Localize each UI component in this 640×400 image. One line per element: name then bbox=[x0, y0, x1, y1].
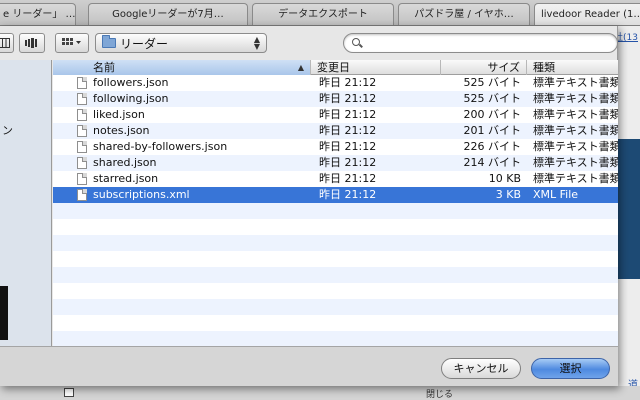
view-columns-button[interactable] bbox=[0, 33, 14, 53]
browser-tab-bar: e リーダー」 … Googleリーダーが7月… データエクスポート パズドラ屋… bbox=[0, 0, 640, 26]
file-open-dialog: リーダー ▲ ▼ ン 名前 ▲ 変更日 サイズ 種類 followers.json 昨… bbox=[0, 26, 618, 386]
browser-tab[interactable]: Googleリーダーが7月… bbox=[88, 3, 248, 25]
document-icon bbox=[77, 93, 87, 105]
column-header-size[interactable]: サイズ bbox=[441, 60, 527, 75]
column-header-name[interactable]: 名前 ▲ bbox=[53, 60, 311, 75]
file-row[interactable]: shared-by-followers.json 昨日 21:12 226 バイト標… bbox=[53, 139, 618, 155]
empty-row bbox=[53, 283, 618, 299]
view-coverflow-button[interactable] bbox=[19, 33, 45, 53]
browser-tab[interactable]: データエクスポート bbox=[252, 3, 394, 25]
file-row[interactable]: starred.json 昨日 21:12 10 KB 標準テキスト書類 bbox=[53, 171, 618, 187]
sidebar-item-label[interactable]: ン bbox=[2, 122, 13, 138]
document-icon bbox=[77, 141, 87, 153]
background-footer: 閉じる bbox=[0, 386, 640, 400]
document-icon bbox=[77, 109, 87, 121]
file-row[interactable]: shared.json 昨日 21:12 214 バイト 標準テキスト書類 bbox=[53, 155, 618, 171]
column-header-date[interactable]: 変更日 bbox=[311, 60, 441, 75]
sidebar-device bbox=[0, 286, 8, 340]
background-page: 会社(13 道 bbox=[605, 26, 640, 400]
empty-row bbox=[53, 235, 618, 251]
sort-ascending-icon: ▲ bbox=[297, 63, 304, 72]
background-close-link[interactable]: 閉じる bbox=[426, 387, 453, 400]
file-row[interactable]: following.json 昨日 21:12 525 バイト 標準テキスト書類 bbox=[53, 91, 618, 107]
empty-row bbox=[53, 219, 618, 235]
empty-row bbox=[53, 331, 618, 346]
background-banner bbox=[618, 139, 640, 279]
file-row-selected[interactable]: subscriptions.xml 昨日 21:12 3 KB XML File bbox=[53, 187, 618, 203]
file-rows: followers.json 昨日 21:12 525 バイト 標準テキスト書類 fo… bbox=[53, 75, 618, 346]
document-icon bbox=[77, 157, 87, 169]
columns-view-icon bbox=[0, 38, 10, 48]
search-field[interactable] bbox=[343, 33, 618, 53]
document-icon bbox=[77, 173, 87, 185]
empty-row bbox=[53, 203, 618, 219]
empty-row bbox=[53, 251, 618, 267]
current-folder-label: リーダー bbox=[120, 36, 169, 51]
empty-row bbox=[53, 267, 618, 283]
document-icon bbox=[77, 189, 87, 201]
file-row[interactable]: liked.json 昨日 21:12 200 バイト 標準テキスト書類 bbox=[53, 107, 618, 123]
sidebar: ン bbox=[0, 60, 52, 346]
file-list: 名前 ▲ 変更日 サイズ 種類 followers.json 昨日 21:12 525… bbox=[53, 60, 618, 346]
browser-tab[interactable]: e リーダー」 … bbox=[0, 3, 76, 25]
document-icon bbox=[77, 125, 87, 137]
popout-icon[interactable] bbox=[64, 388, 74, 397]
search-icon bbox=[352, 37, 363, 49]
dialog-footer: キャンセル 選択 bbox=[0, 346, 618, 386]
updown-arrows-icon: ▲ ▼ bbox=[253, 35, 260, 51]
empty-row bbox=[53, 315, 618, 331]
arrange-menu-button[interactable] bbox=[55, 33, 89, 53]
cancel-button[interactable]: キャンセル bbox=[441, 358, 521, 379]
document-icon bbox=[77, 77, 87, 89]
file-row[interactable]: notes.json 昨日 21:12 201 バイト 標準テキスト書類 bbox=[53, 123, 618, 139]
grid-icon bbox=[62, 38, 81, 45]
coverflow-view-icon bbox=[25, 38, 37, 48]
file-row[interactable]: followers.json 昨日 21:12 525 バイト 標準テキスト書類 bbox=[53, 75, 618, 91]
browser-tab-active[interactable]: livedoor Reader (1… bbox=[534, 3, 640, 25]
folder-path-select[interactable]: リーダー ▲ ▼ bbox=[95, 33, 267, 53]
browser-tab[interactable]: パズドラ屋 / イヤホ… bbox=[398, 3, 530, 25]
column-header-kind[interactable]: 種類 bbox=[527, 60, 618, 75]
column-header: 名前 ▲ 変更日 サイズ 種類 bbox=[53, 60, 618, 75]
dialog-toolbar: リーダー ▲ ▼ bbox=[0, 26, 618, 60]
empty-row bbox=[53, 299, 618, 315]
select-button[interactable]: 選択 bbox=[531, 358, 610, 379]
folder-icon bbox=[102, 35, 116, 48]
